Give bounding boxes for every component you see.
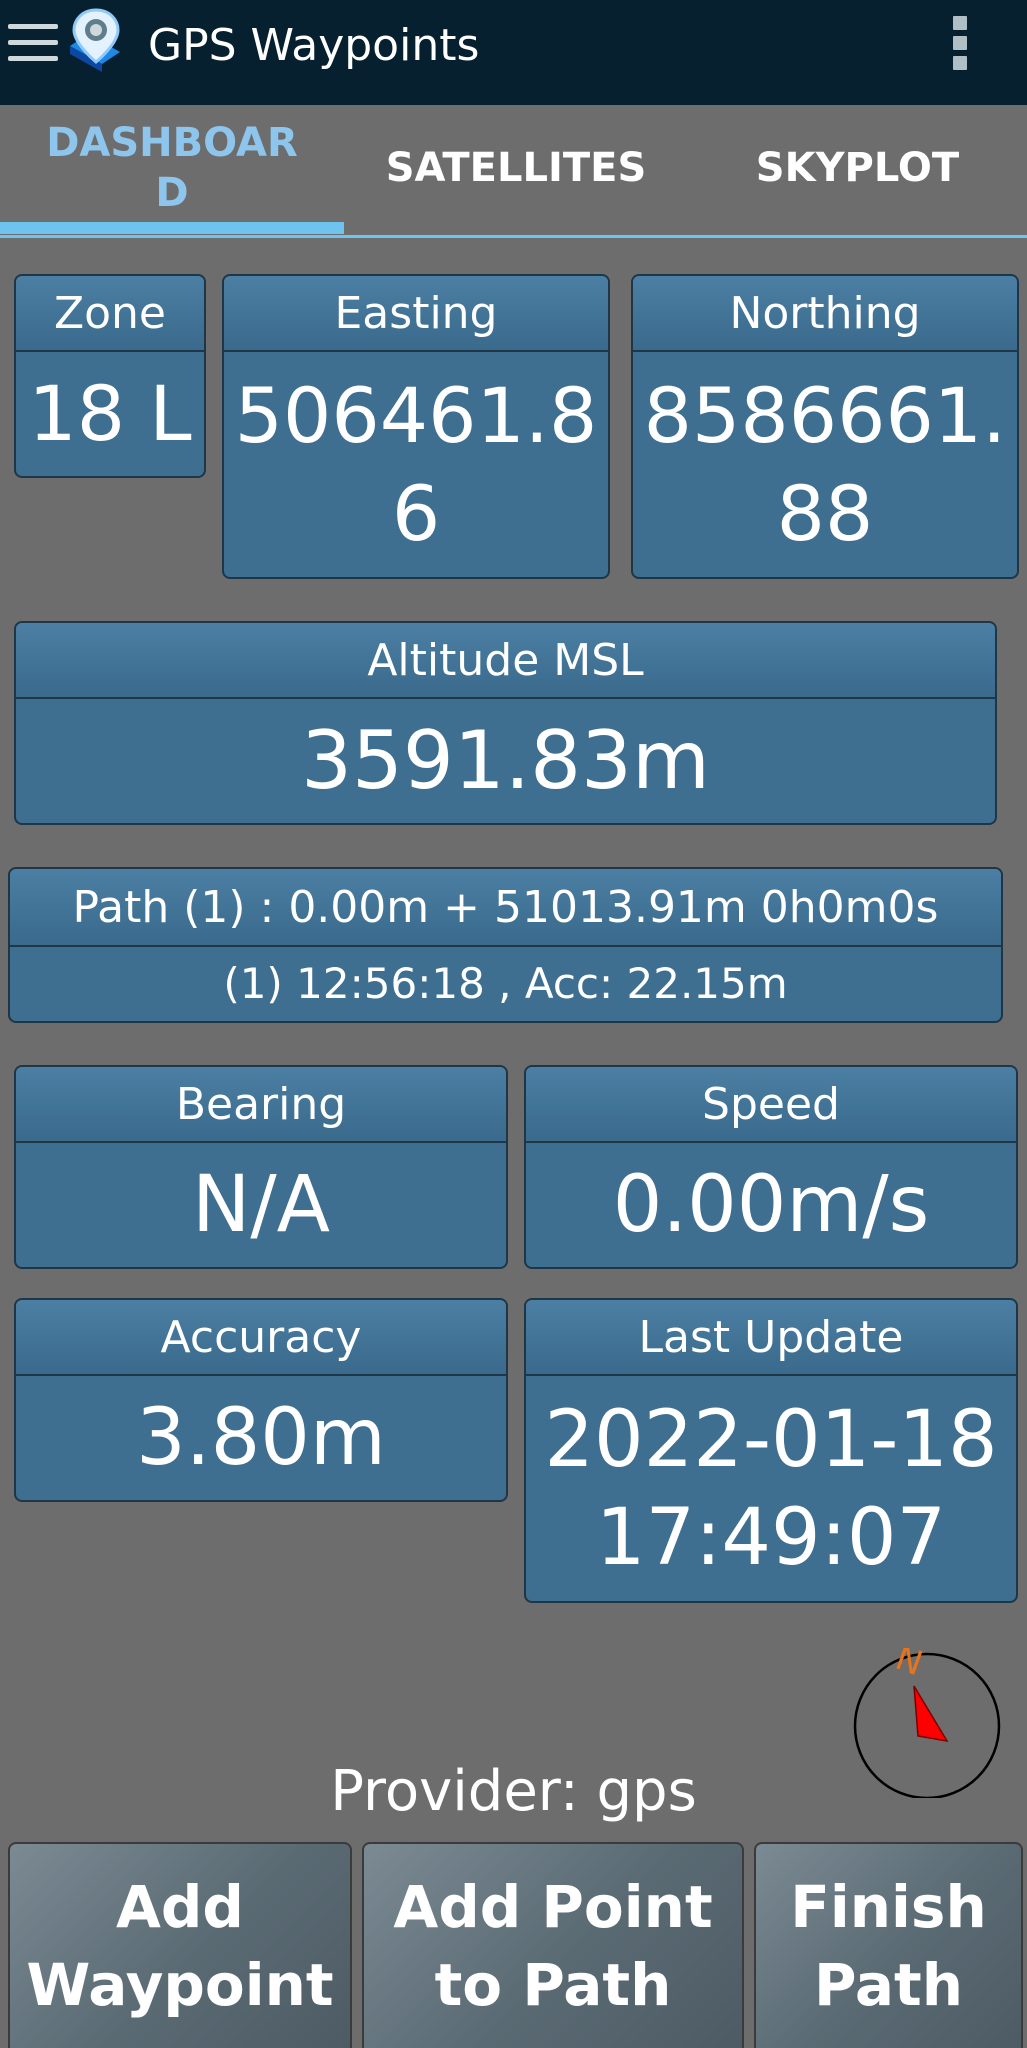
compass-north-label: N — [890, 1648, 928, 1684]
tab-bar: DASHBOAR D SATELLITES SKYPLOT — [0, 105, 1027, 238]
last-update-label: Last Update — [526, 1300, 1016, 1376]
altitude-label: Altitude MSL — [16, 623, 995, 699]
bearing-value: N/A — [192, 1160, 330, 1250]
northing-value: 8586661. 88 — [643, 370, 1007, 558]
hamburger-menu-icon[interactable] — [8, 24, 58, 64]
northing-card: Northing 8586661. 88 — [631, 274, 1019, 579]
tab-satellites[interactable]: SATELLITES — [344, 105, 688, 231]
overflow-menu-icon[interactable] — [950, 16, 970, 72]
speed-label: Speed — [526, 1067, 1016, 1143]
speed-card: Speed 0.00m/s — [524, 1065, 1018, 1269]
path-detail: (1) 12:56:18 , Acc: 22.15m — [223, 959, 788, 1008]
easting-card: Easting 506461.8 6 — [222, 274, 610, 579]
tab-skyplot[interactable]: SKYPLOT — [688, 105, 1027, 231]
easting-value: 506461.8 6 — [234, 370, 598, 558]
easting-label: Easting — [224, 276, 608, 352]
bearing-card: Bearing N/A — [14, 1065, 508, 1269]
compass-needle — [913, 1685, 949, 1743]
finish-path-button[interactable]: Finish Path — [754, 1842, 1023, 2048]
app-logo-icon — [70, 8, 120, 72]
bearing-label: Bearing — [16, 1067, 506, 1143]
last-update-card: Last Update 2022-01-18 17:49:07 — [524, 1298, 1018, 1603]
add-waypoint-button[interactable]: Add Waypoint — [8, 1842, 352, 2048]
zone-card: Zone 18 L — [14, 274, 206, 478]
tab-dashboard[interactable]: DASHBOAR D — [0, 105, 344, 231]
last-update-value: 2022-01-18 17:49:07 — [544, 1394, 998, 1583]
accuracy-label: Accuracy — [16, 1300, 506, 1376]
northing-label: Northing — [633, 276, 1017, 352]
provider-text: Provider: gps — [330, 1759, 697, 1824]
tab-indicator — [0, 222, 344, 234]
altitude-value: 3591.83m — [301, 714, 710, 807]
path-summary: Path (1) : 0.00m + 51013.91m 0h0m0s — [10, 869, 1001, 947]
zone-label: Zone — [16, 276, 204, 352]
speed-value: 0.00m/s — [612, 1160, 930, 1250]
app-bar: GPS Waypoints — [0, 0, 1027, 105]
path-card: Path (1) : 0.00m + 51013.91m 0h0m0s (1) … — [8, 867, 1003, 1023]
zone-value: 18 L — [28, 369, 192, 458]
app-title: GPS Waypoints — [148, 20, 480, 71]
altitude-card: Altitude MSL 3591.83m — [14, 621, 997, 825]
accuracy-card: Accuracy 3.80m — [14, 1298, 508, 1502]
accuracy-value: 3.80m — [136, 1393, 386, 1483]
add-point-to-path-button[interactable]: Add Point to Path — [362, 1842, 744, 2048]
